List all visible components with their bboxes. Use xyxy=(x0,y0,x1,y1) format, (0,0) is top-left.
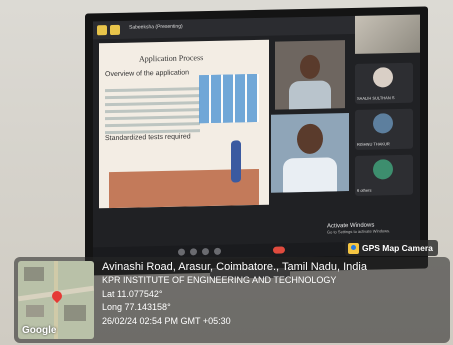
share-icon[interactable] xyxy=(202,247,209,256)
shared-slide: Application Process Overview of the appl… xyxy=(99,39,269,209)
avatar xyxy=(373,67,393,88)
participant-face xyxy=(297,123,323,155)
participant-video-2[interactable] xyxy=(271,113,349,193)
map-building xyxy=(24,267,44,281)
camera-icon[interactable] xyxy=(190,248,197,256)
gps-overlay: GPS Map Camera Google Avinashi Road, Ara… xyxy=(14,240,450,343)
slide-person-graphic xyxy=(231,140,241,183)
app-icon xyxy=(97,25,107,36)
participant-video-1[interactable] xyxy=(275,40,345,110)
participant-tile[interactable]: SAALIH SULTHAN S xyxy=(355,62,413,104)
participant-tile[interactable]: RISHNU THAKUR xyxy=(355,108,413,150)
google-logo: Google xyxy=(22,325,57,336)
slide-bullets xyxy=(105,83,200,138)
mic-icon[interactable] xyxy=(178,248,185,256)
avatar xyxy=(373,159,393,180)
slide-section-title: Standardized tests required xyxy=(105,133,191,143)
gps-datetime: 26/02/24 02:54 PM GMT +05:30 xyxy=(102,315,231,326)
participant-name: RISHNU THAKUR xyxy=(357,141,390,147)
map-building xyxy=(26,305,44,317)
presenter-title: Sabeeksha (Presenting) xyxy=(129,23,183,31)
app-icon xyxy=(110,24,120,36)
gps-longitude: Long 77.143158° xyxy=(102,302,171,312)
participant-tile[interactable]: 6 others xyxy=(355,154,413,196)
slide-subheading: Overview of the application xyxy=(105,69,190,79)
participant-body xyxy=(283,157,337,193)
gps-badge-label: GPS Map Camera xyxy=(362,243,433,253)
gps-latitude: Lat 11.077542° xyxy=(102,288,163,299)
map-building xyxy=(64,305,86,321)
activate-windows-watermark: Activate Windows Go to Settings to activ… xyxy=(327,222,390,235)
participant-sidebar: SAALIH SULTHAN S RISHNU THAKUR 6 others xyxy=(355,35,415,236)
avatar xyxy=(373,113,393,134)
location-map: Google xyxy=(18,261,94,339)
meeting-screen: Sabeeksha (Presenting) Application Proce… xyxy=(93,14,420,262)
participant-face xyxy=(300,54,320,80)
gps-place: KPR INSTITUTE OF ENGINEERING AND TECHNOL… xyxy=(102,275,337,285)
gps-address: Avinashi Road, Arasur, Coimbatore., Tami… xyxy=(102,261,367,273)
participant-name: SAALIH SULTHAN S xyxy=(357,95,395,101)
gps-camera-icon xyxy=(348,242,359,254)
tv-monitor: Sabeeksha (Presenting) Application Proce… xyxy=(85,6,428,276)
participant-body xyxy=(289,80,331,110)
gps-info: Avinashi Road, Arasur, Coimbatore., Tami… xyxy=(102,261,367,328)
slide-calendar-graphic xyxy=(199,73,259,124)
slide-heading: Application Process xyxy=(139,53,204,64)
more-icon[interactable] xyxy=(214,247,221,255)
participant-name: 6 others xyxy=(357,187,372,193)
hangup-button[interactable] xyxy=(273,246,285,254)
gps-badge: GPS Map Camera xyxy=(345,240,438,256)
